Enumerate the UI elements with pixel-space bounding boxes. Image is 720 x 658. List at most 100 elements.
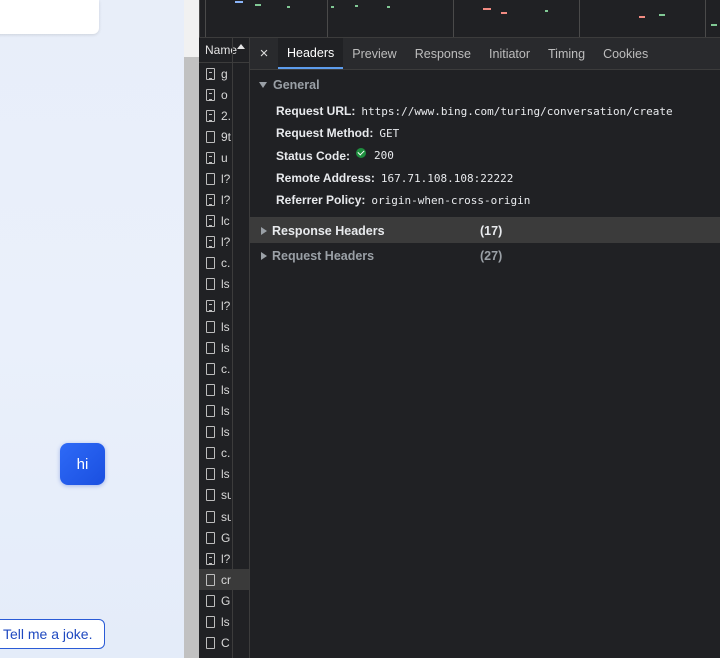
request-row[interactable]: ls: [199, 379, 249, 400]
tab-timing[interactable]: Timing: [539, 38, 594, 69]
request-details-panel: × Headers Preview Response Initiator Tim…: [250, 38, 720, 658]
close-icon[interactable]: ×: [250, 38, 278, 69]
request-row[interactable]: l?: [199, 168, 249, 189]
file-doc-icon: [206, 109, 215, 122]
request-row-name: lc: [221, 214, 230, 229]
request-row[interactable]: l?: [199, 190, 249, 211]
remote-address-label: Remote Address:: [276, 171, 375, 186]
request-row-name: cr: [221, 572, 231, 587]
request-row[interactable]: l?: [199, 654, 249, 658]
request-method-row: Request Method: GET: [250, 122, 720, 144]
name-column-header[interactable]: Name: [199, 38, 249, 63]
referrer-policy-value: origin-when-cross-origin: [371, 193, 531, 207]
file-doc-icon: [206, 194, 215, 207]
request-row[interactable]: ls: [199, 316, 249, 337]
file-icon: [206, 468, 215, 481]
file-icon: [206, 383, 215, 396]
request-row-name: G: [221, 530, 231, 545]
request-row-name: l?: [221, 235, 231, 250]
request-row[interactable]: ls: [199, 401, 249, 422]
request-row[interactable]: ls: [199, 464, 249, 485]
request-row-name: 9t: [221, 129, 231, 144]
tab-cookies[interactable]: Cookies: [594, 38, 657, 69]
request-row-name: c.: [221, 446, 231, 461]
request-headers-label: Request Headers: [272, 248, 375, 263]
request-row-name: l?: [221, 551, 231, 566]
request-row[interactable]: cr: [199, 569, 249, 591]
response-headers-toggle[interactable]: Response Headers (17): [250, 218, 720, 244]
general-section-title: General: [273, 78, 320, 92]
file-icon: [206, 447, 215, 460]
status-code-row: Status Code: 200: [250, 145, 720, 167]
file-icon: [206, 320, 215, 333]
request-row-name: c.: [221, 361, 231, 376]
chat-top-card: [0, 0, 99, 34]
request-row[interactable]: 9t: [199, 126, 249, 147]
request-row[interactable]: G: [199, 590, 249, 611]
request-name-column: Name g o 2. 9t u l? l? lc l? c. ls l? ls ls c. ls ls ls c.…: [199, 38, 250, 658]
referrer-policy-label: Referrer Policy:: [276, 193, 366, 208]
request-row-name: ls: [221, 340, 230, 355]
request-row[interactable]: ls: [199, 274, 249, 295]
expand-down-icon: [259, 82, 267, 88]
request-row[interactable]: c.: [199, 253, 249, 274]
request-row[interactable]: ls: [199, 337, 249, 358]
file-doc-icon: [206, 215, 215, 228]
request-row-name: ls: [221, 319, 230, 334]
response-headers-count: (17): [480, 223, 503, 238]
general-section-toggle[interactable]: General: [250, 70, 720, 100]
request-row-name: su: [221, 488, 231, 503]
suggestion-chip[interactable]: Tell me a joke.: [0, 619, 106, 649]
request-row[interactable]: g: [199, 63, 249, 84]
request-row-name: l?: [221, 193, 231, 208]
tab-preview[interactable]: Preview: [343, 38, 405, 69]
request-row[interactable]: o: [199, 84, 249, 105]
request-row[interactable]: ls: [199, 422, 249, 443]
request-row[interactable]: su: [199, 485, 249, 506]
request-row[interactable]: c.: [199, 443, 249, 464]
request-row[interactable]: C: [199, 633, 249, 654]
request-row-name: ls: [221, 277, 230, 292]
tab-initiator[interactable]: Initiator: [480, 38, 539, 69]
file-icon: [206, 341, 215, 354]
file-doc-icon: [206, 236, 215, 249]
network-overview[interactable]: [199, 0, 720, 38]
request-row-name: su: [221, 509, 231, 524]
request-row[interactable]: l?: [199, 295, 249, 316]
file-icon: [206, 637, 215, 650]
request-row-name: ls: [221, 404, 230, 419]
referrer-policy-row: Referrer Policy: origin-when-cross-origi…: [250, 189, 720, 211]
tab-headers[interactable]: Headers: [278, 38, 344, 69]
request-row[interactable]: u: [199, 147, 249, 168]
request-url-value[interactable]: https://www.bing.com/turing/conversation…: [361, 105, 672, 118]
file-icon: [206, 510, 215, 523]
response-headers-label: Response Headers: [272, 223, 385, 238]
request-headers-toggle[interactable]: Request Headers (27): [250, 243, 720, 268]
file-doc-icon: [206, 88, 215, 101]
request-method-label: Request Method:: [276, 126, 374, 141]
expand-right-icon: [261, 226, 267, 235]
file-icon: [206, 594, 215, 607]
request-row[interactable]: lc: [199, 211, 249, 232]
status-code-value: 200: [374, 149, 394, 163]
request-row[interactable]: l?: [199, 548, 249, 569]
remote-address-value: 167.71.108.108:22222: [380, 171, 514, 185]
status-ok-icon: [356, 147, 367, 158]
request-row-name: ls: [221, 467, 230, 482]
file-icon: [206, 489, 215, 502]
request-row[interactable]: su: [199, 506, 249, 527]
request-row[interactable]: 2.: [199, 105, 249, 126]
request-headers-count: (27): [480, 248, 503, 263]
request-row[interactable]: c.: [199, 358, 249, 379]
chat-scrollbar-thumb[interactable]: [184, 57, 199, 658]
request-row[interactable]: ls: [199, 611, 249, 632]
chat-pane: hi Tell me a joke.: [0, 0, 184, 658]
request-row[interactable]: l?: [199, 232, 249, 253]
file-icon: [206, 278, 215, 291]
details-tabbar: × Headers Preview Response Initiator Tim…: [250, 38, 720, 70]
request-row[interactable]: G: [199, 527, 249, 548]
tab-response[interactable]: Response: [406, 38, 480, 69]
remote-address-row: Remote Address: 167.71.108.108:22222: [250, 167, 720, 189]
request-method-value: GET: [379, 126, 400, 140]
request-row-name: l?: [221, 298, 231, 313]
